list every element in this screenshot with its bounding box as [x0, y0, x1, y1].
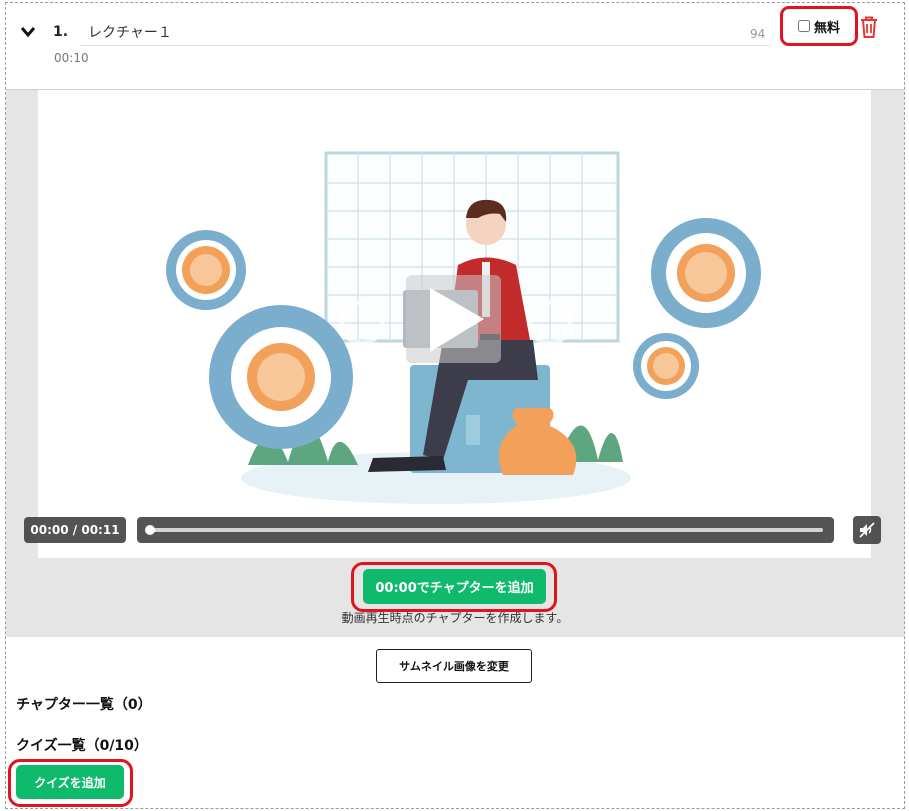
lecture-title-input[interactable]: [80, 18, 770, 46]
trash-icon[interactable]: [858, 15, 880, 39]
seek-track[interactable]: [149, 528, 823, 532]
lecture-duration: 00:10: [54, 51, 89, 65]
seek-handle[interactable]: [145, 525, 155, 535]
quiz-list-title: クイズ一覧（0/10）: [16, 738, 148, 754]
add-chapter-button[interactable]: 00:00でチャプターを追加: [363, 569, 546, 604]
video-player[interactable]: [38, 90, 871, 558]
time-display: 00:00 / 00:11: [24, 517, 126, 543]
video-player-section: 00:00 / 00:11 00:00でチャプターを追加 動画再生時点のチャプタ…: [6, 89, 904, 637]
free-checkbox[interactable]: [797, 20, 810, 32]
change-thumbnail-button[interactable]: サムネイル画像を変更: [376, 649, 532, 683]
video-thumbnail-illustration: [166, 151, 761, 504]
free-toggle[interactable]: 無料: [780, 6, 858, 46]
seek-bar[interactable]: [137, 517, 834, 543]
add-quiz-button[interactable]: クイズを追加: [16, 765, 124, 799]
lecture-number: 1.: [53, 24, 69, 40]
title-char-count: 94: [750, 27, 766, 41]
chevron-down-icon[interactable]: [20, 25, 36, 39]
mute-button[interactable]: [853, 516, 881, 544]
chapter-list-title: チャプター一覧（0）: [16, 697, 152, 713]
chapter-hint: 動画再生時点のチャプターを作成します。: [341, 611, 569, 625]
free-label[interactable]: 無料: [814, 17, 840, 36]
mute-icon: [859, 522, 875, 538]
